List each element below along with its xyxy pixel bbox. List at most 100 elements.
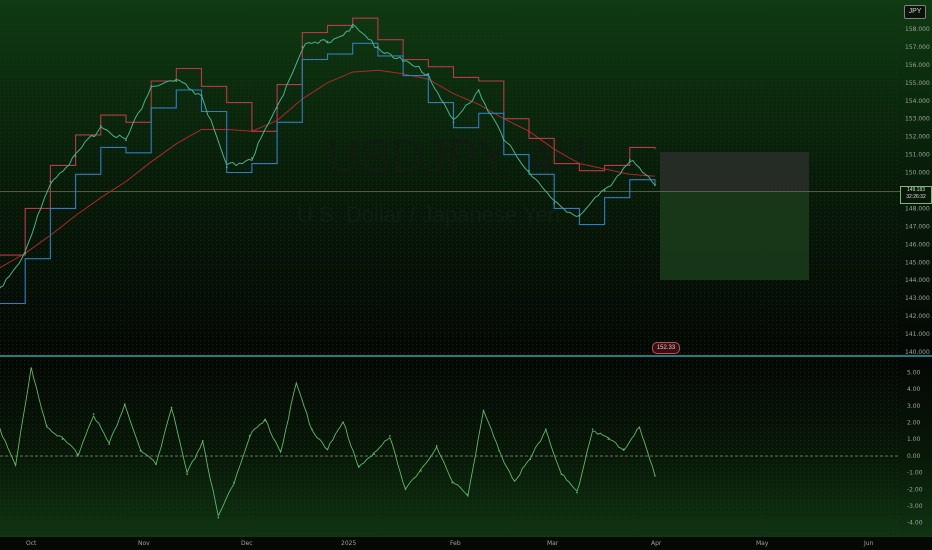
oscillator-point xyxy=(139,450,142,452)
oscillator-tick-label: 2.00 xyxy=(907,419,921,426)
oscillator-point xyxy=(279,450,282,452)
oscillator-point xyxy=(545,428,547,430)
oscillator-point xyxy=(123,403,126,405)
price-tick-label: 153.000 xyxy=(905,116,930,123)
price-point xyxy=(477,89,480,91)
price-point xyxy=(376,46,379,48)
oscillator-point xyxy=(451,481,454,484)
price-point xyxy=(49,180,52,183)
oscillator-point xyxy=(560,473,563,476)
price-tick-label: 147.000 xyxy=(905,223,930,230)
price-point xyxy=(225,166,228,169)
price-point xyxy=(654,184,656,187)
oscillator-point xyxy=(591,428,594,430)
oscillator-point xyxy=(482,409,485,412)
oscillator-tick-label: -3.00 xyxy=(907,503,923,510)
price-tick-label: 151.000 xyxy=(905,152,930,159)
price-tick-label: 156.000 xyxy=(905,62,930,69)
oscillator-point xyxy=(233,481,235,484)
price-tick-label: 155.000 xyxy=(905,80,930,87)
oscillator-point xyxy=(529,458,532,460)
time-tick-label: Nov xyxy=(138,540,150,547)
oscillator-point xyxy=(201,440,204,442)
oscillator-point xyxy=(30,368,32,370)
price-tick-label: 158.000 xyxy=(905,26,930,33)
price-point xyxy=(200,94,203,97)
price-point xyxy=(24,252,27,255)
watermark-description: U.S. Dollar / Japanese Yen xyxy=(297,202,560,227)
oscillator-tick-label: -4.00 xyxy=(907,520,923,527)
price-tick-label: 152.000 xyxy=(905,134,930,141)
oscillator-point xyxy=(311,428,313,430)
price-tick-label: 140.000 xyxy=(905,349,930,356)
price-tick-label: 144.000 xyxy=(905,277,930,284)
risk-zone xyxy=(660,152,809,192)
price-point xyxy=(603,189,606,192)
price-point xyxy=(502,139,505,142)
price-point xyxy=(150,85,153,88)
oscillator-point xyxy=(326,448,329,450)
price-tick-label: 143.000 xyxy=(905,295,930,302)
price-point xyxy=(175,80,178,82)
time-tick-label: Apr xyxy=(651,540,662,547)
oscillator-point xyxy=(186,473,188,476)
price-tick-label: 141.000 xyxy=(905,331,930,338)
price-point xyxy=(528,169,530,172)
oscillator-point xyxy=(404,488,407,491)
oscillator-point xyxy=(14,463,17,466)
oscillator-point xyxy=(373,453,376,455)
oscillator-tick-label: 3.00 xyxy=(907,403,921,410)
price-tick-label: 154.000 xyxy=(905,98,930,105)
oscillator-tick-label: 0.00 xyxy=(907,453,921,460)
oscillator-point xyxy=(264,419,266,422)
time-tick-label: Mar xyxy=(547,540,559,547)
oscillator-point xyxy=(576,491,578,494)
oscillator-tick-label: 1.00 xyxy=(907,436,921,443)
price-point xyxy=(351,26,354,29)
price-tick-label: 148.000 xyxy=(905,205,930,212)
oscillator-point xyxy=(61,438,64,440)
oscillator-point xyxy=(467,493,469,496)
current-price-value: 149.183 xyxy=(906,187,926,193)
chart-canvas: USDJPY, 4H U.S. Dollar / Japanese Yen 15… xyxy=(0,0,932,550)
oscillator-point xyxy=(248,435,251,437)
oscillator-point xyxy=(77,453,79,455)
oscillator-point xyxy=(357,465,360,467)
time-tick-label: Oct xyxy=(26,540,37,547)
price-point xyxy=(251,157,253,160)
oscillator-point xyxy=(389,435,391,437)
price-point xyxy=(578,214,581,217)
oscillator-point xyxy=(170,406,173,409)
price-tick-label: 150.000 xyxy=(905,170,930,177)
oscillator-point xyxy=(45,424,48,427)
oscillator-tick-label: 5.00 xyxy=(907,369,921,376)
price-point xyxy=(427,72,430,75)
oscillator-point xyxy=(498,450,500,452)
profit-zone xyxy=(660,192,809,280)
price-point xyxy=(628,159,631,161)
price-point xyxy=(276,107,279,109)
oscillator-point xyxy=(108,443,110,445)
price-tick-label: 142.000 xyxy=(905,313,930,320)
oscillator-point xyxy=(623,448,625,450)
price-tick-label: 157.000 xyxy=(905,44,930,51)
time-tick-label: Jun xyxy=(863,540,874,547)
bar-countdown: 32:26:32 xyxy=(906,194,926,200)
oscillator-point xyxy=(654,475,656,477)
oscillator-point xyxy=(295,383,298,385)
oscillator-tick-label: -2.00 xyxy=(907,486,923,493)
time-tick-label: Feb xyxy=(450,540,461,547)
oscillator-point xyxy=(342,421,344,424)
current-price-label: 149.183 32:26:32 xyxy=(900,186,932,204)
price-tick-label: 146.000 xyxy=(905,241,930,248)
oscillator-point xyxy=(607,438,610,440)
oscillator-point xyxy=(513,480,516,482)
oscillator-point xyxy=(155,463,157,466)
oscillator-point xyxy=(435,445,438,447)
oscillator-point xyxy=(420,470,422,472)
price-point xyxy=(553,202,556,204)
chart-stage: USDJPY, 4H U.S. Dollar / Japanese Yen 15… xyxy=(0,0,932,550)
alert-price-badge[interactable]: 152.33 xyxy=(652,342,680,354)
price-point xyxy=(326,40,329,43)
currency-badge[interactable]: JPY xyxy=(904,5,926,19)
